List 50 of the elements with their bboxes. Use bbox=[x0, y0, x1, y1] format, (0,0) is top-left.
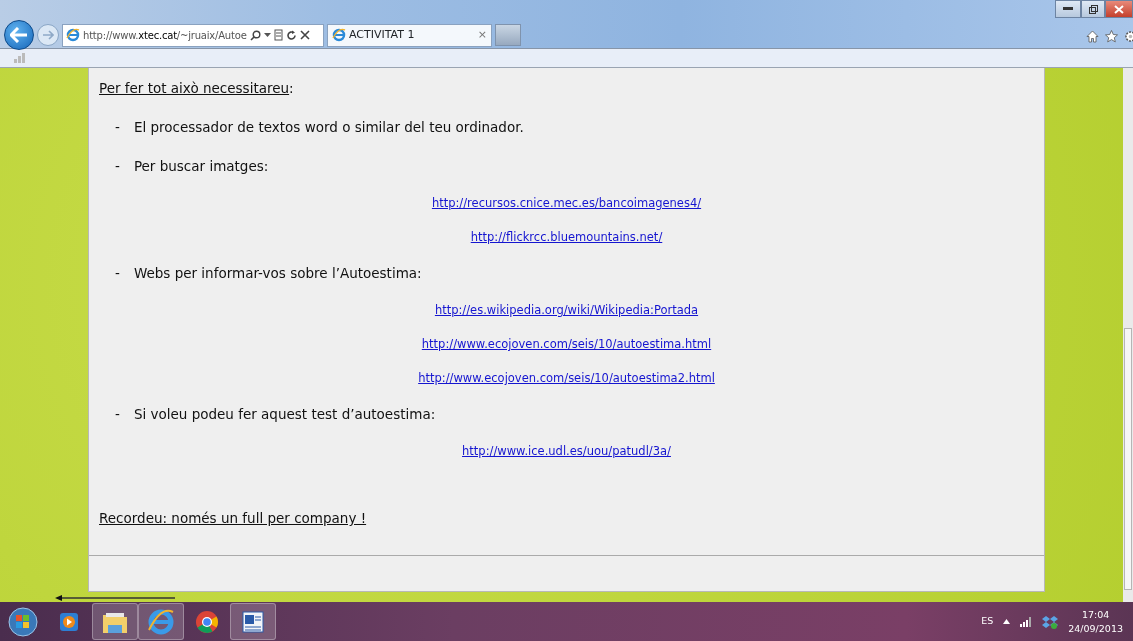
close-icon bbox=[1114, 4, 1124, 14]
link[interactable]: http://www.ice.udl.es/uou/patudl/3a/ bbox=[462, 444, 671, 459]
list-item-text: Si voleu podeu fer aquest test d’autoestima: bbox=[133, 405, 436, 424]
list-marker: - bbox=[115, 157, 120, 176]
minimize-button[interactable] bbox=[1055, 0, 1081, 18]
browser-logo-icon[interactable] bbox=[138, 603, 184, 640]
arrow-icon bbox=[55, 594, 175, 602]
browser-logo-icon bbox=[66, 28, 80, 42]
minimize-icon bbox=[1063, 7, 1073, 11]
link[interactable]: http://flickrcc.bluemountains.net/ bbox=[470, 230, 663, 245]
list-marker: - bbox=[115, 264, 120, 283]
url-text: http://www.xtec.cat/~jruaix/Autoe bbox=[83, 28, 247, 43]
star-icon[interactable] bbox=[1105, 30, 1118, 43]
link[interactable]: http://recursos.cnice.mec.es/bancoimagenes4/ bbox=[431, 196, 702, 211]
arrow-icon bbox=[42, 30, 54, 40]
list-item-text: Per buscar imatges: bbox=[133, 157, 269, 176]
link[interactable]: http://es.wikipedia.org/wiki/Wikipedia:Portada bbox=[434, 303, 699, 318]
link[interactable]: http://www.ecojoven.com/seis/10/autoestima2.html bbox=[418, 371, 715, 386]
signal-icon bbox=[14, 53, 26, 63]
dropdown-icon[interactable] bbox=[263, 32, 271, 38]
clock-time[interactable]: 17:04 bbox=[1068, 607, 1123, 622]
list-marker: - bbox=[115, 405, 120, 424]
maximize-button[interactable] bbox=[1081, 0, 1105, 18]
back-button[interactable] bbox=[4, 20, 34, 50]
scrollbar[interactable] bbox=[1123, 68, 1133, 602]
list-item-text: Webs per informar-vos sobre l’Autoestima: bbox=[133, 264, 422, 283]
link[interactable]: http://www.ecojoven.com/seis/10/autoestima.html bbox=[421, 337, 712, 352]
signal-icon[interactable] bbox=[1020, 616, 1033, 627]
close-icon[interactable] bbox=[299, 30, 310, 40]
close-button[interactable] bbox=[1105, 0, 1133, 18]
browser-tab[interactable]: ACTIVITAT 1 × bbox=[327, 23, 492, 47]
heading: Per fer tot això necessitareu: bbox=[99, 79, 295, 98]
arrow-icon bbox=[10, 27, 28, 43]
tab-close-button[interactable]: × bbox=[477, 26, 487, 44]
language-indicator[interactable]: ES bbox=[981, 614, 994, 629]
refresh-icon[interactable] bbox=[285, 29, 297, 41]
settings-icon[interactable] bbox=[1124, 30, 1133, 43]
folder-icon[interactable] bbox=[92, 603, 138, 640]
scroll-thumb[interactable] bbox=[1124, 328, 1132, 590]
list-item-text: El processador de textos word o similar del teu ordinador. bbox=[133, 118, 524, 137]
word-icon[interactable] bbox=[230, 603, 276, 640]
list-marker: - bbox=[115, 118, 120, 137]
address-bar[interactable]: http://www.xtec.cat/~jruaix/Autoe bbox=[62, 23, 324, 47]
search-icon[interactable] bbox=[249, 29, 261, 41]
caret-icon[interactable] bbox=[1003, 619, 1011, 624]
restore-icon bbox=[1088, 4, 1098, 14]
home-icon[interactable] bbox=[1086, 30, 1099, 43]
clock-date[interactable]: 24/09/2013 bbox=[1068, 621, 1123, 636]
browser-logo-icon bbox=[332, 28, 346, 42]
reminder-text: Recordeu: només un full per company ! bbox=[99, 509, 368, 529]
